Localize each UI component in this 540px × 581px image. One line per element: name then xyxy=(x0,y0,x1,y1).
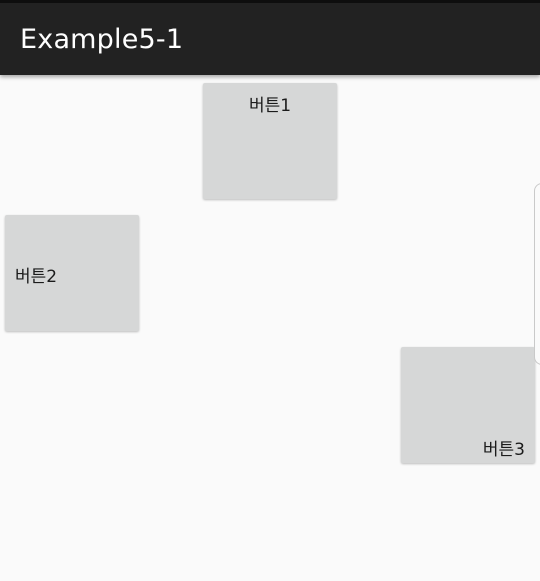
button-1[interactable]: 버튼1 xyxy=(203,83,337,199)
button-2[interactable]: 버튼2 xyxy=(5,215,139,331)
app-bar: Example5-1 xyxy=(0,3,540,75)
button-3-label: 버튼3 xyxy=(482,440,525,460)
button-2-label: 버튼2 xyxy=(15,267,58,287)
app-window: Example5-1 버튼1 버튼2 버튼3 xyxy=(0,0,540,581)
app-title: Example5-1 xyxy=(20,24,184,55)
button-1-label: 버튼1 xyxy=(248,96,292,116)
content-area: 버튼1 버튼2 버튼3 xyxy=(0,75,540,581)
edge-panel-handle[interactable] xyxy=(534,183,540,365)
button-3[interactable]: 버튼3 xyxy=(401,347,535,463)
